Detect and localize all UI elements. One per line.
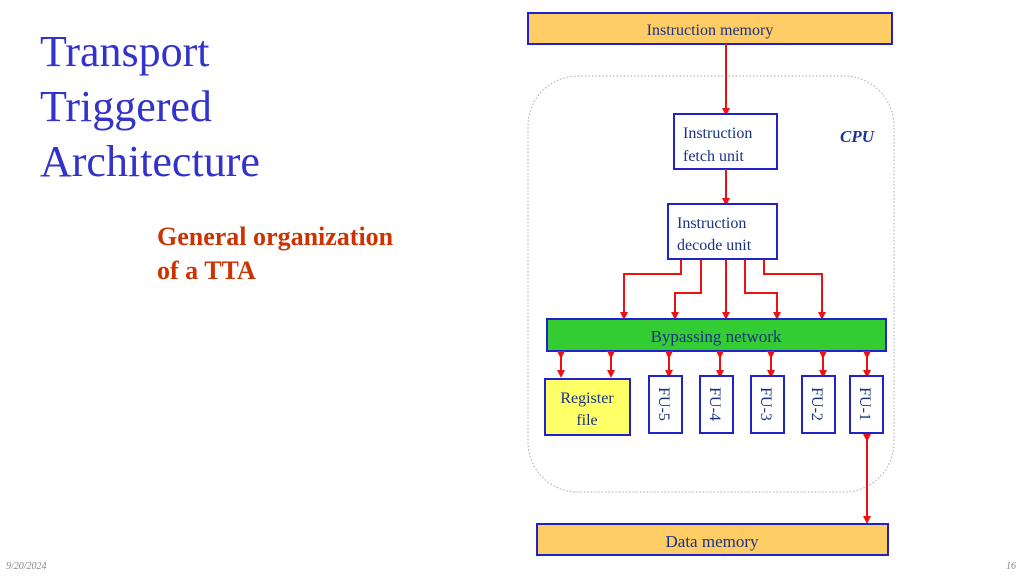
fu-4-label: FU-4 [706,387,723,421]
fu-5-label: FU-5 [655,387,672,421]
register-file-label-2: file [576,412,597,429]
fu-5-box: FU-5 [648,375,683,434]
data-memory-box: Data memory [536,523,889,556]
fu-1-box: FU-1 [849,375,884,434]
instruction-memory-label: Instruction memory [647,22,774,39]
register-file-box: Register file [544,378,631,436]
decode-arrow-5 [763,260,826,320]
fu-3-box: FU-3 [750,375,785,434]
tta-diagram: CPU Instruction memory Instruction fetch… [527,12,895,556]
instruction-decode-unit-box: Instruction decode unit [667,203,778,260]
fu-3-label: FU-3 [757,387,774,421]
decode-arrow-4 [744,260,781,320]
decode-unit-label-2: decode unit [677,237,752,254]
decode-to-network-arrows [620,260,826,320]
bypassing-network-box: Bypassing network [546,318,887,352]
fu-1-label: FU-1 [856,387,873,421]
slide-date: 9/20/2024 [6,561,47,572]
network-to-units-arrows [557,351,871,378]
register-file-label-1: Register [560,390,614,407]
decode-unit-label-1: Instruction [677,215,746,232]
fu-4-box: FU-4 [699,375,734,434]
cpu-label: CPU [840,127,875,146]
decode-arrow-1 [620,260,682,320]
fetch-unit-label-2: fetch unit [683,148,744,165]
slide-page-number: 16 [1006,561,1016,572]
instruction-memory-box: Instruction memory [527,12,893,45]
instruction-fetch-unit-box: Instruction fetch unit [673,113,778,170]
fetch-unit-label-1: Instruction [683,125,752,142]
fu-2-label: FU-2 [808,387,825,421]
fu-2-box: FU-2 [801,375,836,434]
data-memory-label: Data memory [666,532,759,551]
bypassing-network-label: Bypassing network [651,327,782,346]
decode-arrow-2 [671,260,702,320]
